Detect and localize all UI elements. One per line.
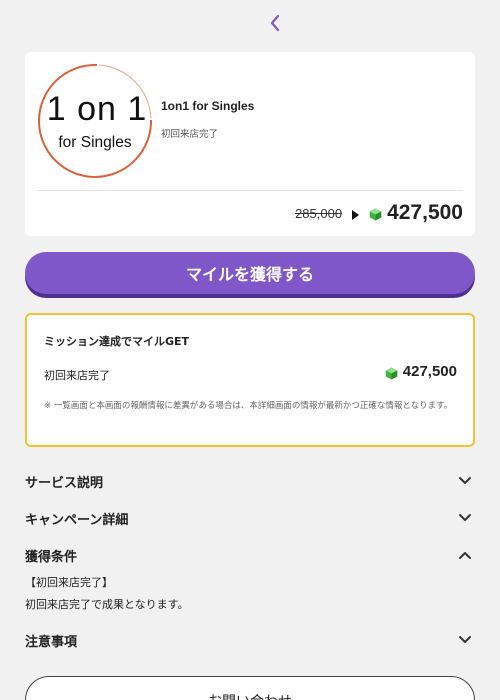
accordion-campaign-details[interactable]: キャンペーン詳細 — [25, 506, 475, 530]
mission-reward-value: 427,500 — [402, 363, 457, 380]
condition-heading: 【初回来店完了】 — [25, 576, 113, 589]
card-divider — [37, 190, 463, 191]
back-button[interactable] — [262, 10, 288, 36]
mission-note: ※ 一覧画面と本画面の報酬情報に差異がある場合は、本詳細画面の情報が最新かつ正確… — [44, 401, 453, 411]
logo-text-sub: for Singles — [58, 134, 131, 151]
chevron-left-icon — [270, 14, 280, 32]
chevron-up-icon — [459, 552, 471, 559]
old-price: 285,000 — [295, 205, 343, 221]
chevron-down-icon — [459, 477, 471, 484]
accordion-title: 注意事項 — [25, 634, 78, 650]
accordion-acquisition-conditions[interactable]: 獲得条件 — [25, 543, 475, 567]
accordion-title: サービス説明 — [25, 475, 104, 491]
brand-logo: 1 on 1 for Singles — [38, 63, 153, 178]
chevron-down-icon — [459, 636, 471, 643]
mission-heading: ミッション達成でマイルGET — [44, 335, 190, 348]
mile-gem-icon — [369, 208, 382, 221]
arrow-right-icon — [352, 209, 360, 220]
logo-text-main: 1 on 1 — [47, 90, 148, 128]
accordion-title: キャンペーン詳細 — [25, 512, 129, 528]
accordion-notes[interactable]: 注意事項 — [25, 628, 475, 652]
mission-item-label: 初回来店完了 — [44, 369, 110, 382]
price-row: 285,000 427,500 — [295, 198, 463, 228]
mile-gem-icon — [385, 366, 398, 380]
get-miles-button[interactable]: マイルを獲得する — [25, 252, 475, 294]
offer-subtitle: 初回来店完了 — [161, 129, 219, 140]
offer-card: 1 on 1 for Singles 1on1 for Singles 初回来店… — [25, 52, 475, 236]
mission-reward: 427,500 — [385, 363, 457, 380]
contact-button[interactable]: お問い合わせ — [25, 676, 475, 700]
offer-title: 1on1 for Singles — [161, 99, 255, 113]
condition-text: 初回来店完了で成果となります。 — [25, 598, 189, 611]
chevron-down-icon — [459, 514, 471, 521]
new-price: 427,500 — [387, 201, 463, 224]
mission-box: ミッション達成でマイルGET 初回来店完了 427,500 ※ 一覧画面と本画面… — [25, 313, 475, 447]
accordion-service-description[interactable]: サービス説明 — [25, 469, 475, 493]
accordion-title: 獲得条件 — [25, 549, 78, 565]
